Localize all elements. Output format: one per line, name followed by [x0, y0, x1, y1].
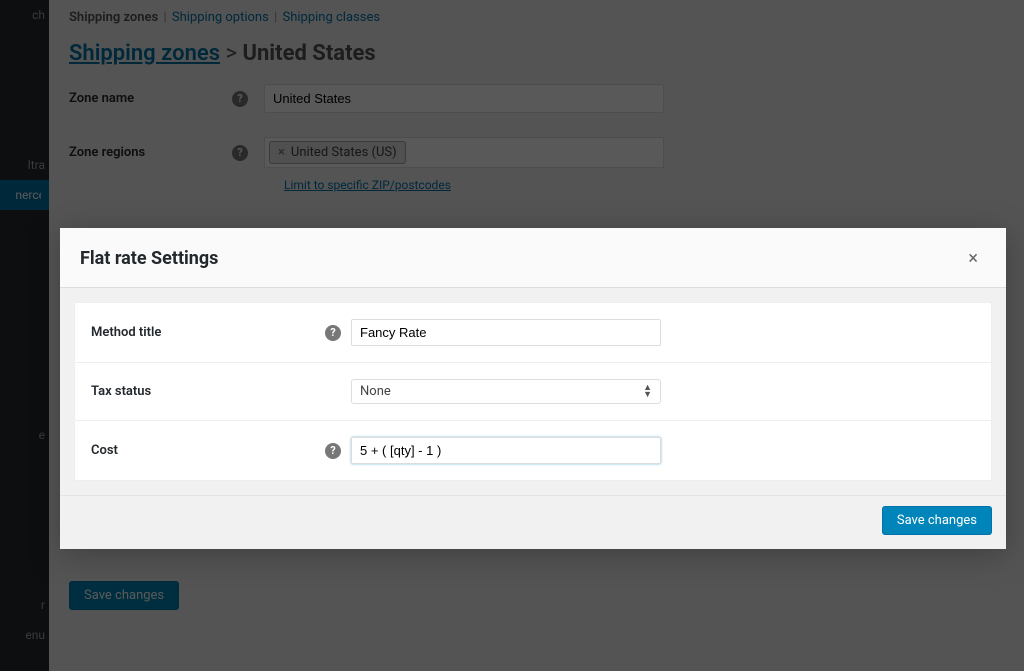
- modal-footer: Save changes: [60, 495, 1006, 549]
- tax-status-label: Tax status: [91, 384, 151, 399]
- row-cost: Cost ?: [75, 421, 991, 480]
- tax-status-select[interactable]: None ▲▼: [351, 379, 661, 404]
- flat-rate-settings-modal: Flat rate Settings × Method title ? Tax …: [60, 228, 1006, 549]
- row-tax-status: Tax status None ▲▼: [75, 363, 991, 421]
- close-icon[interactable]: ×: [960, 244, 986, 273]
- cost-input[interactable]: [351, 437, 661, 464]
- method-title-input[interactable]: [351, 319, 661, 346]
- row-method-title: Method title ?: [75, 303, 991, 363]
- help-icon[interactable]: ?: [325, 443, 341, 459]
- modal-title: Flat rate Settings: [80, 248, 218, 269]
- cost-label: Cost: [91, 443, 118, 458]
- method-title-label: Method title: [91, 325, 161, 340]
- modal-header: Flat rate Settings ×: [60, 228, 1006, 288]
- save-changes-button[interactable]: Save changes: [882, 506, 992, 535]
- help-icon[interactable]: ?: [325, 325, 341, 341]
- select-arrows-icon: ▲▼: [643, 385, 652, 399]
